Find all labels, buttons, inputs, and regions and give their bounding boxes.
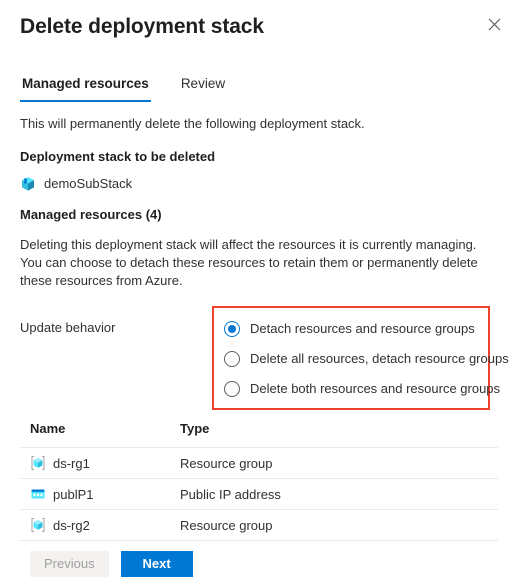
cell-type: Resource group	[180, 455, 273, 471]
deployment-stack-name: demoSubStack	[44, 176, 133, 191]
page-title: Delete deployment stack	[20, 15, 264, 38]
radio-delete-all-resources-detach-resource-groups[interactable]: Delete all resources, detach resource gr…	[224, 344, 509, 374]
update-behavior-radio-group: Detach resources and resource groups Del…	[224, 314, 509, 404]
resource-name: ds-rg1	[53, 455, 90, 471]
radio-detach-resources-and-resource-groups[interactable]: Detach resources and resource groups	[224, 314, 494, 344]
tab-review-label: Review	[180, 76, 226, 91]
table-row[interactable]: publP1 Public IP address	[20, 479, 498, 510]
radio-mark-icon	[224, 381, 240, 397]
cell-type: Resource group	[180, 517, 273, 533]
dialog-header: Delete deployment stack	[0, 0, 518, 48]
table-row[interactable]: ds-rg1 Resource group	[20, 448, 498, 479]
intro-text: This will permanently delete the followi…	[20, 116, 365, 131]
previous-button[interactable]: Previous	[30, 551, 109, 577]
cell-name: ds-rg1	[20, 455, 180, 471]
table-row[interactable]: ds-rg2 Resource group	[20, 510, 498, 541]
update-behavior-label: Update behavior	[20, 320, 116, 335]
cell-name: publP1	[20, 486, 180, 502]
column-header-name: Name	[30, 421, 66, 436]
managed-resources-heading: Managed resources (4)	[20, 207, 162, 222]
close-icon	[488, 18, 501, 31]
table-header-row: Name Type	[20, 420, 498, 448]
radio-delete-both-resources-and-resource-groups[interactable]: Delete both resources and resource group…	[224, 374, 500, 404]
next-button[interactable]: Next	[120, 551, 193, 577]
cell-name: ds-rg2	[20, 517, 180, 533]
radio-label: Delete all resources, detach resource gr…	[250, 351, 509, 366]
dialog-body: This will permanently delete the followi…	[0, 115, 518, 572]
deployment-stack-row: demoSubStack	[20, 175, 498, 193]
stack-section-label: Deployment stack to be deleted	[20, 149, 216, 164]
tab-review[interactable]: Review	[179, 75, 227, 102]
tab-managed-resources[interactable]: Managed resources	[20, 75, 151, 102]
cell-type: Public IP address	[180, 486, 281, 502]
radio-mark-icon	[224, 321, 240, 337]
resource-name: publP1	[53, 486, 94, 502]
resource-name: ds-rg2	[53, 517, 90, 533]
close-button[interactable]	[478, 8, 510, 40]
dialog-footer: Previous Next	[0, 542, 518, 586]
update-behavior-section: Update behavior Detach resources and res…	[20, 306, 509, 410]
tab-bar: Managed resources Review	[0, 72, 518, 102]
public-ip-icon	[30, 486, 46, 502]
resource-group-icon	[30, 517, 46, 533]
radio-mark-icon	[224, 351, 240, 367]
radio-label: Delete both resources and resource group…	[250, 381, 501, 396]
description-text: Deleting this deployment stack will affe…	[20, 237, 478, 288]
resource-group-icon	[30, 455, 46, 471]
radio-label: Detach resources and resource groups	[250, 321, 475, 336]
tab-managed-resources-label: Managed resources	[22, 76, 149, 91]
column-header-type: Type	[180, 421, 210, 436]
delete-deployment-stack-dialog: Delete deployment stack Managed resource…	[0, 0, 518, 586]
deployment-stack-icon	[20, 176, 36, 192]
